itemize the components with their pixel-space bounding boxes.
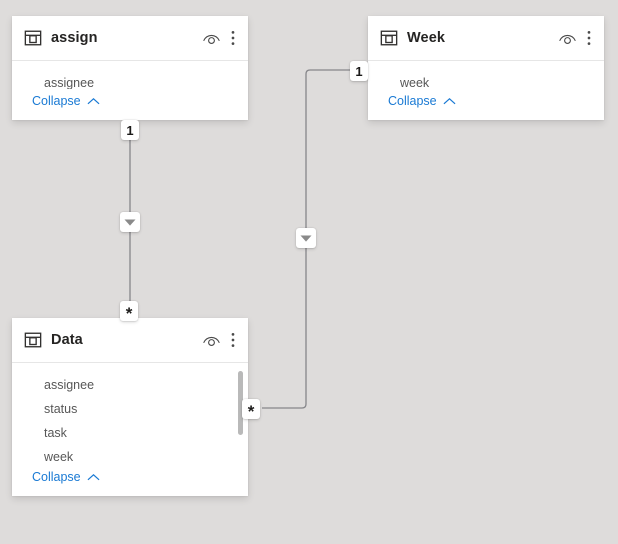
field-row[interactable]: assignee bbox=[12, 373, 248, 397]
table-header-actions bbox=[202, 30, 237, 46]
chevron-up-icon bbox=[87, 473, 100, 480]
table-title: Data bbox=[51, 332, 83, 348]
filter-direction-down-icon bbox=[124, 219, 136, 226]
field-list: week bbox=[368, 61, 604, 89]
kebab-menu-icon[interactable] bbox=[231, 30, 235, 46]
table-header-actions bbox=[558, 30, 593, 46]
cardinality-badge-one-assign[interactable]: 1 bbox=[121, 120, 139, 140]
table-footer-data: Collapse bbox=[12, 465, 248, 496]
filter-direction-badge-week-data[interactable] bbox=[296, 228, 316, 248]
collapse-label: Collapse bbox=[32, 470, 81, 484]
table-icon bbox=[24, 332, 42, 348]
collapse-toggle-data[interactable]: Collapse bbox=[32, 470, 100, 484]
table-footer-week: Collapse bbox=[368, 89, 604, 120]
chevron-up-icon bbox=[443, 97, 456, 104]
field-row[interactable]: week bbox=[368, 71, 604, 89]
table-footer-assign: Collapse bbox=[12, 89, 248, 120]
field-row[interactable]: status bbox=[12, 397, 248, 421]
table-header-data[interactable]: Data bbox=[12, 318, 248, 363]
field-row[interactable]: task bbox=[12, 421, 248, 445]
model-diagram-canvas: assign assignee Collapse Week week Colla… bbox=[0, 0, 618, 544]
collapse-toggle-assign[interactable]: Collapse bbox=[32, 94, 100, 108]
kebab-menu-icon[interactable] bbox=[587, 30, 591, 46]
eye-icon[interactable] bbox=[202, 31, 221, 45]
collapse-toggle-week[interactable]: Collapse bbox=[388, 94, 456, 108]
chevron-up-icon bbox=[87, 97, 100, 104]
field-list: assignee status task week bbox=[12, 363, 248, 465]
kebab-menu-icon[interactable] bbox=[231, 332, 235, 348]
field-list: assignee bbox=[12, 61, 248, 89]
table-title: Week bbox=[407, 30, 446, 46]
table-card-week[interactable]: Week week Collapse bbox=[368, 16, 604, 120]
table-title: assign bbox=[51, 30, 98, 46]
table-header-actions bbox=[202, 332, 237, 348]
table-card-data[interactable]: Data assignee status task week Collapse bbox=[12, 318, 248, 496]
table-header-week[interactable]: Week bbox=[368, 16, 604, 61]
table-card-assign[interactable]: assign assignee Collapse bbox=[12, 16, 248, 120]
cardinality-badge-many-data[interactable]: * bbox=[120, 301, 138, 322]
field-row[interactable]: assignee bbox=[12, 71, 248, 89]
table-icon bbox=[380, 30, 398, 46]
field-row[interactable]: week bbox=[12, 445, 248, 465]
eye-icon[interactable] bbox=[558, 31, 577, 45]
table-fields-assign: assignee bbox=[12, 61, 248, 89]
table-fields-week: week bbox=[368, 61, 604, 89]
table-icon bbox=[24, 30, 42, 46]
filter-direction-badge-assign-data[interactable] bbox=[120, 212, 140, 232]
cardinality-badge-many-data-week[interactable]: * bbox=[242, 399, 260, 420]
table-fields-data: assignee status task week bbox=[12, 363, 248, 465]
cardinality-badge-one-week[interactable]: 1 bbox=[350, 61, 368, 81]
collapse-label: Collapse bbox=[32, 94, 81, 108]
table-header-assign[interactable]: assign bbox=[12, 16, 248, 61]
eye-icon[interactable] bbox=[202, 333, 221, 347]
filter-direction-down-icon bbox=[300, 235, 312, 242]
collapse-label: Collapse bbox=[388, 94, 437, 108]
